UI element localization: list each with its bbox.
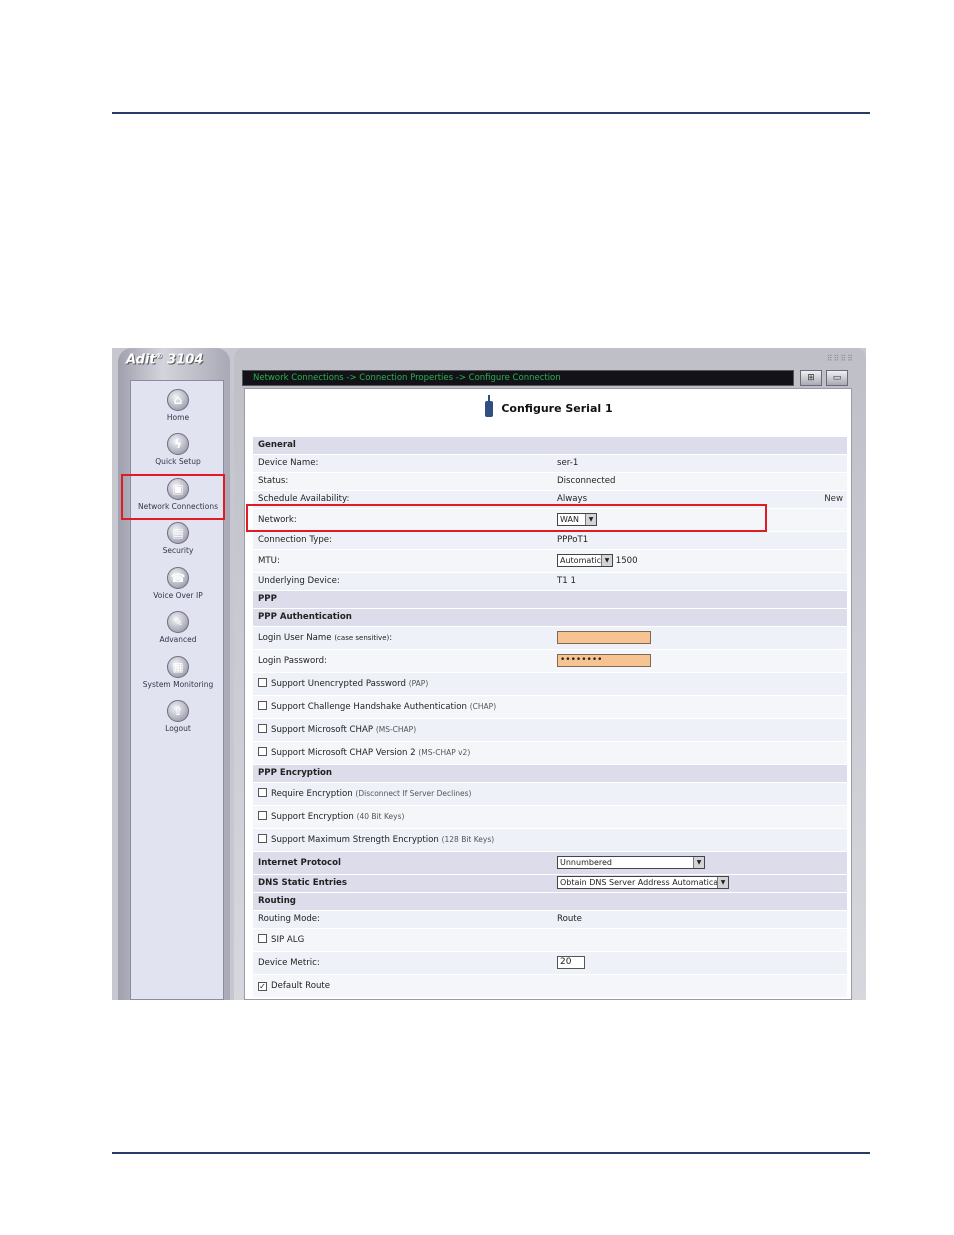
row-schedule: Schedule Availability: Always New	[253, 491, 847, 509]
row-mschap2: Support Microsoft CHAP Version 2 (MS-CHA…	[253, 742, 847, 765]
logout-icon: ⇧	[167, 700, 189, 722]
row-chap: Support Challenge Handshake Authenticati…	[253, 696, 847, 719]
max-encryption-checkbox[interactable]	[258, 834, 267, 843]
lock-icon: ▤	[167, 522, 189, 544]
device-metric-field[interactable]: 20	[557, 956, 585, 969]
breadcrumb: Network Connections -> Connection Proper…	[242, 370, 794, 386]
monitor-icon: ▦	[167, 656, 189, 678]
routing-mode-value: Route	[557, 914, 582, 924]
top-rule	[112, 112, 870, 114]
row-internet-protocol: Internet Protocol Unnumbered ▼	[253, 852, 847, 875]
network-icon: ▣	[167, 478, 189, 500]
phone-icon: ☎	[167, 567, 189, 589]
configure-form: General Device Name: ser-1 Status: Disconn…	[253, 437, 847, 998]
row-mtu: MTU: Automatic ▼ 1500	[253, 550, 847, 573]
row-connection-type: Connection Type: PPPoT1	[253, 532, 847, 550]
row-login-user: Login User Name (case sensitive):	[253, 627, 847, 650]
nav-item-home[interactable]: ⌂ Home	[131, 389, 225, 429]
row-default-route: ✓ Default Route	[253, 975, 847, 998]
app-logo: Adit® 3104	[126, 352, 204, 368]
mtu-value: 1500	[615, 556, 638, 566]
login-user-field[interactable]	[557, 631, 651, 644]
page-title: Configure Serial 1	[245, 395, 851, 425]
left-panel: Adit® 3104 ⌂ Home ϟ Quick Setup ▣ Network C…	[118, 348, 230, 1000]
tools-icon: ✎	[167, 611, 189, 633]
mschap2-checkbox[interactable]	[258, 747, 267, 756]
main-panel: ⠿⠿⠿⠿ Network Connections -> Connection P…	[234, 348, 866, 1000]
row-max-encryption: Support Maximum Strength Encryption (128…	[253, 829, 847, 852]
default-route-checkbox[interactable]: ✓	[258, 982, 267, 991]
section-ppp: PPP	[253, 591, 847, 609]
nav-item-network-connections[interactable]: ▣ Network Connections	[131, 478, 225, 518]
support-encryption-checkbox[interactable]	[258, 811, 267, 820]
schedule-value: Always	[557, 494, 588, 504]
row-pap: Support Unencrypted Password (PAP)	[253, 673, 847, 696]
network-select[interactable]: WAN ▼	[557, 513, 597, 526]
row-device-metric: Device Metric: 20	[253, 952, 847, 975]
connection-type-value: PPPoT1	[557, 535, 589, 545]
window-button[interactable]: ▭	[826, 370, 848, 386]
row-dns-static-entries: DNS Static Entries Obtain DNS Server Addr…	[253, 875, 847, 893]
row-network: Network: WAN ▼	[253, 509, 847, 532]
window-icon: ▭	[832, 373, 842, 383]
nav-item-logout[interactable]: ⇧ Logout	[131, 700, 225, 740]
chap-checkbox[interactable]	[258, 701, 267, 710]
plug-icon	[485, 395, 494, 417]
nav-item-voice-over-ip[interactable]: ☎ Voice Over IP	[131, 567, 225, 607]
row-sip-alg: SIP ALG	[253, 929, 847, 952]
row-device-name: Device Name: ser-1	[253, 455, 847, 473]
lightning-icon: ϟ	[167, 433, 189, 455]
login-password-field[interactable]: ••••••••	[557, 654, 651, 667]
section-ppp-encryption: PPP Encryption	[253, 765, 847, 783]
screenshot: Adit® 3104 ⌂ Home ϟ Quick Setup ▣ Network C…	[112, 348, 866, 1000]
mschap-checkbox[interactable]	[258, 724, 267, 733]
mtu-select[interactable]: Automatic ▼	[557, 554, 613, 567]
nav-item-system-monitoring[interactable]: ▦ System Monitoring	[131, 656, 225, 696]
require-encryption-checkbox[interactable]	[258, 788, 267, 797]
row-login-password: Login Password: ••••••••	[253, 650, 847, 673]
row-support-encryption: Support Encryption (40 Bit Keys)	[253, 806, 847, 829]
pap-checkbox[interactable]	[258, 678, 267, 687]
section-general: General	[253, 437, 847, 455]
section-ppp-authentication: PPP Authentication	[253, 609, 847, 627]
schedule-new-link[interactable]: New	[824, 491, 843, 508]
nav-menu: ⌂ Home ϟ Quick Setup ▣ Network Connections …	[130, 380, 224, 1000]
sip-alg-checkbox[interactable]	[258, 934, 267, 943]
device-name-value: ser-1	[557, 458, 579, 468]
row-mschap: Support Microsoft CHAP (MS-CHAP)	[253, 719, 847, 742]
nav-item-quick-setup[interactable]: ϟ Quick Setup	[131, 433, 225, 473]
bottom-rule	[112, 1152, 870, 1154]
row-require-encryption: Require Encryption (Disconnect If Server…	[253, 783, 847, 806]
row-routing-mode: Routing Mode: Route	[253, 911, 847, 929]
chevron-down-icon: ▼	[601, 555, 612, 566]
row-status: Status: Disconnected	[253, 473, 847, 491]
home-icon: ⌂	[167, 389, 189, 411]
content-area: Configure Serial 1 General Device Name: s…	[244, 388, 852, 1000]
status-value: Disconnected	[557, 476, 616, 486]
chevron-down-icon: ▼	[717, 877, 728, 888]
chevron-down-icon: ▼	[693, 857, 704, 868]
chevron-down-icon: ▼	[585, 514, 596, 525]
internet-protocol-select[interactable]: Unnumbered ▼	[557, 856, 705, 869]
nav-item-advanced[interactable]: ✎ Advanced	[131, 611, 225, 651]
nav-item-security[interactable]: ▤ Security	[131, 522, 225, 562]
window-grip: ⠿⠿⠿⠿	[826, 354, 854, 363]
dns-select[interactable]: Obtain DNS Server Address Automatically ▼	[557, 876, 729, 889]
section-routing: Routing	[253, 893, 847, 911]
sitemap-icon: ⊞	[807, 373, 815, 383]
sitemap-button[interactable]: ⊞	[800, 370, 822, 386]
row-underlying-device: Underlying Device: T1 1	[253, 573, 847, 591]
underlying-device-value: T1 1	[557, 576, 576, 586]
